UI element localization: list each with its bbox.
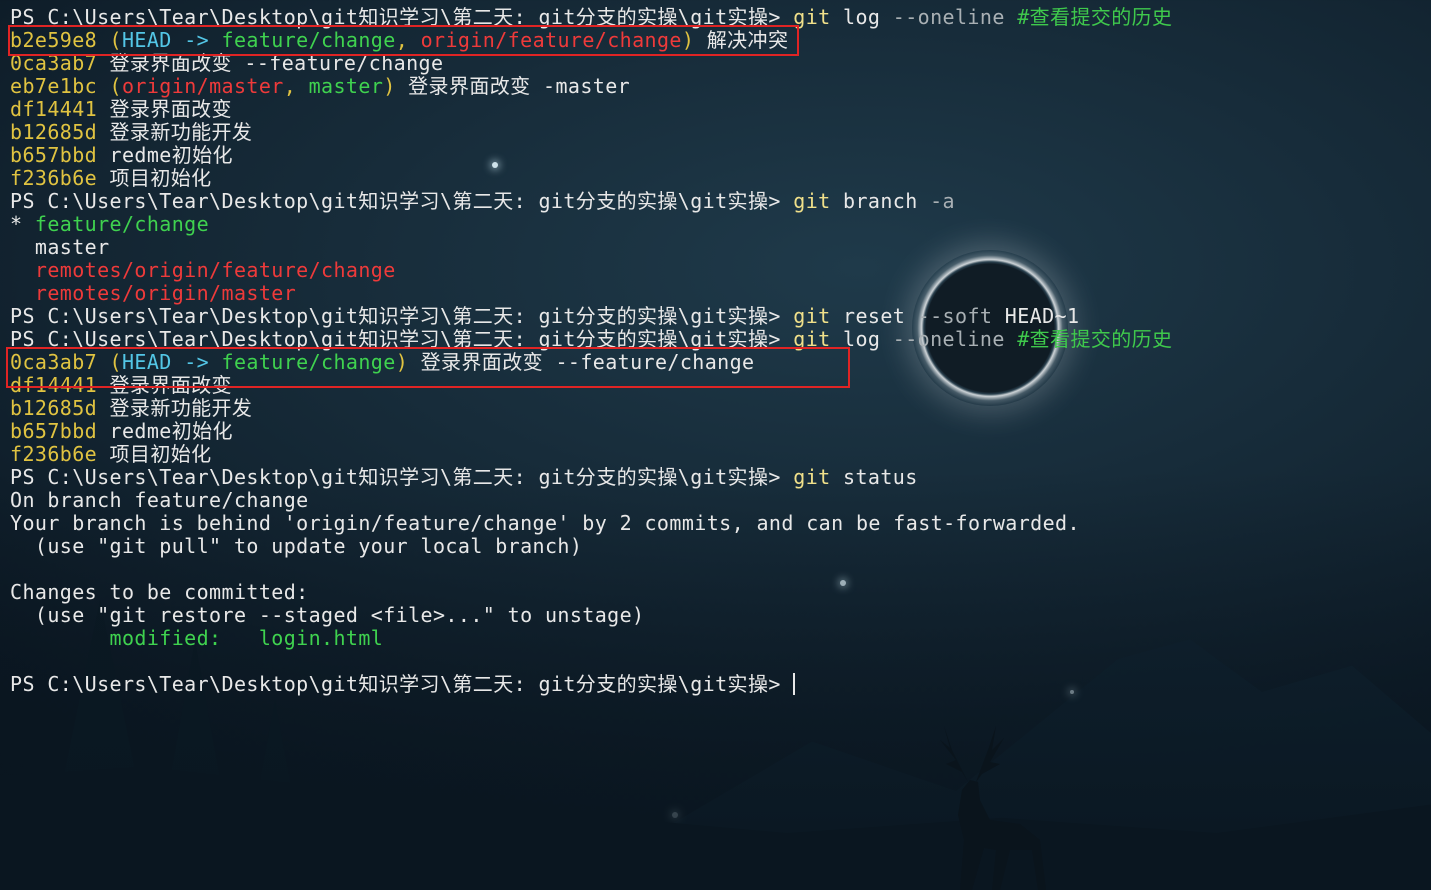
shell-prompt: PS C:\Users\Tear\Desktop\git知识学习\第二天: gi… — [10, 189, 794, 213]
command-comment: #查看提交的历史 — [1004, 5, 1173, 29]
status-text: (use "git restore --staged <file>..." to… — [10, 603, 645, 627]
terminal-line: Your branch is behind 'origin/feature/ch… — [10, 512, 1172, 535]
terminal-line: * feature/change — [10, 213, 1172, 236]
current-branch-marker: * — [10, 212, 35, 236]
terminal-line: f236b6e 项目初始化 — [10, 443, 1172, 466]
commit-hash: b12685d — [10, 396, 98, 420]
terminal-line: (use "git restore --staged <file>..." to… — [10, 604, 1172, 627]
text-cursor[interactable] — [793, 673, 796, 695]
command-args: reset — [830, 304, 906, 328]
ref-separator: , — [283, 74, 309, 98]
terminal-line: Changes to be committed: — [10, 581, 1172, 604]
command-comment: #查看提交的历史 — [1004, 327, 1173, 351]
ref-bracket: ) — [383, 74, 396, 98]
commit-message: 登录新功能开发 — [97, 396, 253, 420]
commit-hash: f236b6e — [10, 166, 98, 190]
terminal-line: b12685d 登录新功能开发 — [10, 397, 1172, 420]
command-flag: -a — [917, 189, 955, 213]
shell-prompt: PS C:\Users\Tear\Desktop\git知识学习\第二天: gi… — [10, 465, 794, 489]
commit-message: 项目初始化 — [97, 166, 212, 190]
commit-message: 项目初始化 — [97, 442, 212, 466]
terminal-line: (use "git pull" to update your local bra… — [10, 535, 1172, 558]
remote-branch-name: remotes/origin/feature/change — [10, 258, 396, 282]
star-light — [1300, 860, 1304, 864]
commit-message: 登录界面改变 -master — [395, 74, 631, 98]
terminal-line: On branch feature/change — [10, 489, 1172, 512]
command-args: status — [830, 465, 918, 489]
terminal-line: b12685d 登录新功能开发 — [10, 121, 1172, 144]
terminal-line: remotes/origin/feature/change — [10, 259, 1172, 282]
terminal-line: modified: login.html — [10, 627, 1172, 650]
status-modified-file: login.html — [258, 626, 384, 650]
tree-silhouette — [240, 700, 310, 890]
commit-message: redme初始化 — [97, 419, 233, 443]
command-name: git — [793, 304, 831, 328]
command-name: git — [793, 189, 831, 213]
terminal-line: PS C:\Users\Tear\Desktop\git知识学习\第二天: gi… — [10, 673, 1172, 696]
current-branch-name: feature/change — [34, 212, 210, 236]
shell-prompt: PS C:\Users\Tear\Desktop\git知识学习\第二天: gi… — [10, 672, 794, 696]
command-flag: --oneline — [880, 327, 1005, 351]
commit-hash: b657bbd — [10, 419, 98, 443]
terminal-line: f236b6e 项目初始化 — [10, 167, 1172, 190]
ref-bracket: ( — [97, 74, 122, 98]
commit-hash: df14441 — [10, 97, 98, 121]
command-args: branch — [830, 189, 918, 213]
terminal-line: b657bbd redme初始化 — [10, 420, 1172, 443]
terminal-line: PS C:\Users\Tear\Desktop\git知识学习\第二天: gi… — [10, 305, 1172, 328]
highlight-box-first-log — [8, 25, 799, 56]
highlight-box-second-log — [6, 347, 850, 388]
terminal-line: eb7e1bc (origin/master, master) 登录界面改变 -… — [10, 75, 1172, 98]
status-text: Your branch is behind 'origin/feature/ch… — [10, 511, 1080, 535]
commit-message: 登录新功能开发 — [97, 120, 253, 144]
status-modified-label: modified: — [10, 626, 259, 650]
deer-silhouette — [940, 726, 1046, 890]
status-text: On branch feature/change — [10, 488, 309, 512]
command-args: HEAD~1 — [992, 304, 1080, 328]
local-branch-ref: master — [308, 74, 384, 98]
star-light — [672, 812, 678, 818]
command-name: git — [793, 465, 831, 489]
commit-message: redme初始化 — [97, 143, 233, 167]
commit-hash: b12685d — [10, 120, 98, 144]
branch-name: master — [10, 235, 110, 259]
terminal-line: PS C:\Users\Tear\Desktop\git知识学习\第二天: gi… — [10, 190, 1172, 213]
terminal-line: PS C:\Users\Tear\Desktop\git知识学习\第二天: gi… — [10, 466, 1172, 489]
terminal-line: remotes/origin/master — [10, 282, 1172, 305]
shell-prompt: PS C:\Users\Tear\Desktop\git知识学习\第二天: gi… — [10, 304, 794, 328]
status-text: Changes to be committed: — [10, 580, 309, 604]
command-args: log — [830, 5, 881, 29]
terminal-line: b657bbd redme初始化 — [10, 144, 1172, 167]
command-flag: --oneline — [880, 5, 1005, 29]
commit-message: 登录界面改变 — [97, 97, 232, 121]
status-text: (use "git pull" to update your local bra… — [10, 534, 583, 558]
commit-hash: b657bbd — [10, 143, 98, 167]
commit-hash: eb7e1bc — [10, 74, 98, 98]
remote-branch-name: remotes/origin/master — [10, 281, 297, 305]
terminal-line: master — [10, 236, 1172, 259]
command-flag: --soft — [905, 304, 993, 328]
terminal-line: df14441 登录界面改变 — [10, 98, 1172, 121]
commit-hash: f236b6e — [10, 442, 98, 466]
foreground-hill — [0, 766, 1431, 890]
remote-branch-ref: origin/master — [121, 74, 284, 98]
